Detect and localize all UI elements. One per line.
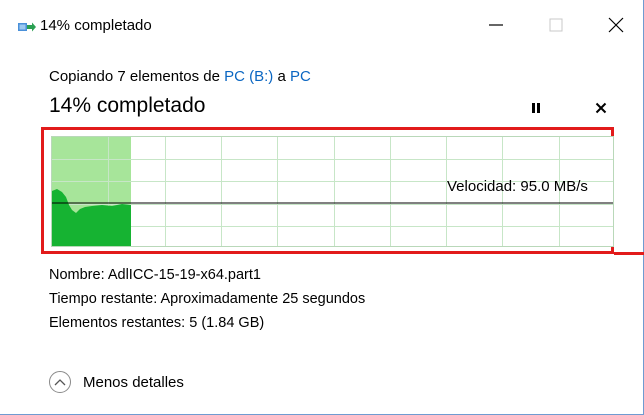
copy-progress-window: 14% completado Copiando 7 elementos de P… [0, 0, 644, 415]
close-button[interactable] [599, 10, 633, 44]
items-label: Elementos restantes: [49, 315, 186, 331]
close-icon [608, 17, 624, 38]
less-details-toggle[interactable]: Menos detalles [49, 371, 184, 393]
time-value: Aproximadamente 25 segundos [160, 291, 366, 307]
items-value: 5 (1.84 GB) [189, 315, 265, 331]
info-name-row: Nombre: AdlICC-15-19-x64.part1 [49, 267, 261, 283]
info-time-row: Tiempo restante: Aproximadamente 25 segu… [49, 291, 365, 307]
pause-button[interactable] [524, 98, 548, 122]
maximize-icon [549, 18, 563, 37]
transfer-speed-graph: Velocidad: 95.0 MB/s [51, 136, 614, 247]
maximize-button[interactable] [539, 10, 573, 44]
title-bar[interactable]: 14% completado [0, 0, 643, 52]
copy-description: Copiando 7 elementos de PC (B:) a PC [49, 68, 311, 85]
window-title: 14% completado [40, 17, 152, 34]
info-items-row: Elementos restantes: 5 (1.84 GB) [49, 315, 264, 331]
progress-percent-label: 14% completado [49, 94, 206, 117]
destination-link[interactable]: PC [290, 68, 311, 85]
speed-label: Velocidad: 95.0 MB/s [447, 178, 588, 195]
source-link[interactable]: PC (B:) [224, 68, 273, 85]
time-label: Tiempo restante: [49, 291, 158, 307]
minimize-icon [489, 18, 503, 37]
copy-connector: a [273, 68, 290, 85]
pause-icon [530, 101, 542, 119]
file-copy-icon [18, 20, 36, 34]
cancel-button[interactable] [589, 98, 613, 122]
chevron-up-icon [49, 371, 71, 393]
name-label: Nombre: [49, 267, 105, 283]
less-details-label: Menos detalles [83, 373, 184, 391]
highlight-callout-line [614, 252, 644, 255]
cancel-icon [595, 101, 607, 119]
name-value: AdlICC-15-19-x64.part1 [107, 267, 261, 283]
minimize-button[interactable] [479, 10, 513, 44]
copy-prefix: Copiando 7 elementos de [49, 68, 225, 85]
